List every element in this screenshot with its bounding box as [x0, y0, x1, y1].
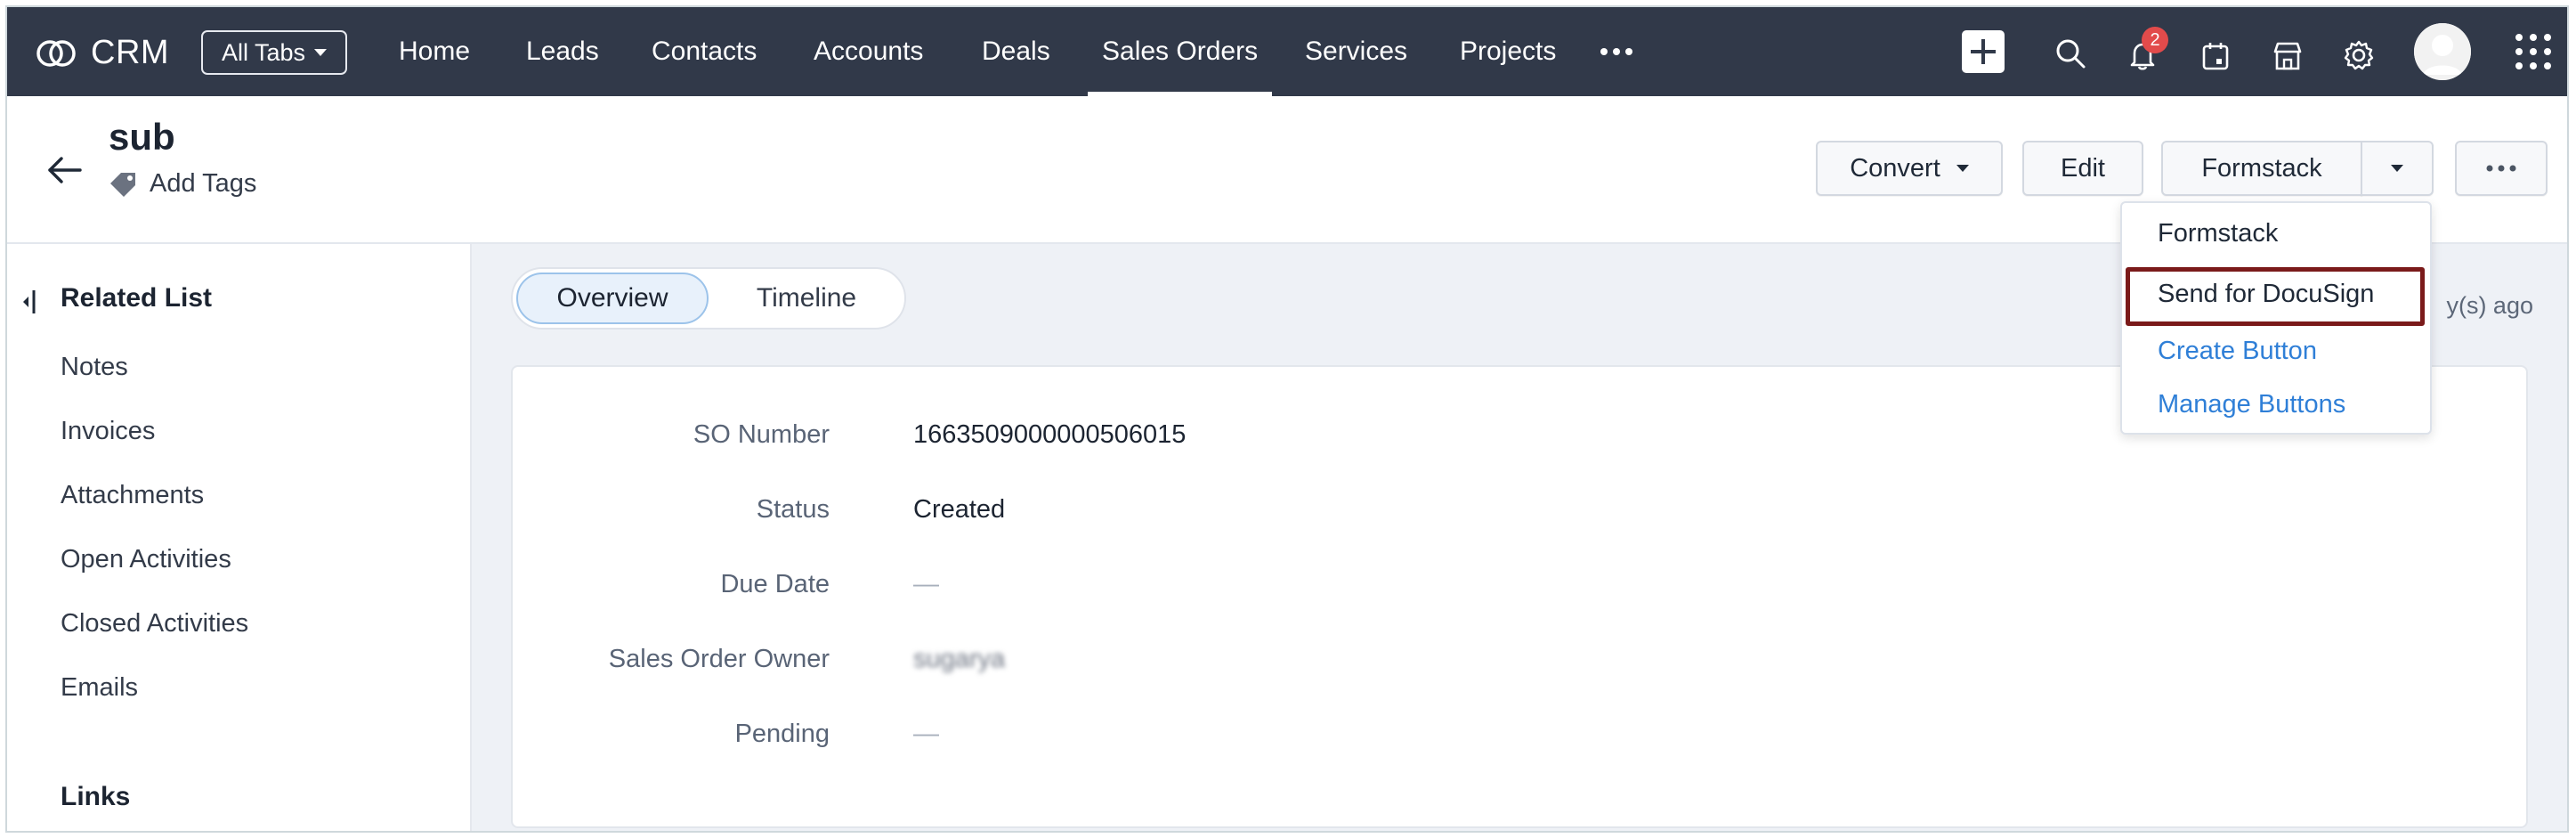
chevron-down-icon	[314, 49, 328, 56]
related-list-sidebar: Related List Notes Invoices Attachments …	[7, 244, 472, 831]
more-actions-button[interactable]	[2455, 141, 2548, 196]
field-label-status: Status	[756, 495, 830, 524]
user-avatar-icon	[2414, 23, 2471, 80]
sidebar-item-notes[interactable]: Notes	[61, 353, 128, 382]
edit-label: Edit	[2061, 153, 2105, 183]
nav-link-home[interactable]: Home	[399, 7, 470, 96]
nav-link-services[interactable]: Services	[1305, 7, 1407, 96]
back-arrow-icon[interactable]	[46, 155, 82, 185]
more-icon	[2486, 165, 2516, 172]
add-tags-label: Add Tags	[150, 169, 257, 198]
field-value-sales-order-owner: sugarya	[913, 645, 1006, 673]
menu-item-send-for-docusign[interactable]: Send for DocuSign	[2158, 280, 2374, 309]
collapse-sidebar-icon[interactable]	[21, 289, 39, 315]
menu-item-formstack[interactable]: Formstack	[2158, 219, 2278, 248]
related-list-title: Related List	[61, 283, 213, 313]
nav-link-leads[interactable]: Leads	[526, 7, 599, 96]
field-value-status: Created	[913, 495, 1006, 524]
sidebar-item-attachments[interactable]: Attachments	[61, 481, 204, 510]
top-navigation-bar: CRM All Tabs Home Leads Contacts Account…	[7, 7, 2567, 96]
add-tags-link[interactable]: Add Tags	[109, 169, 256, 199]
plus-icon[interactable]	[1962, 30, 2005, 73]
formstack-button[interactable]: Formstack	[2161, 141, 2362, 196]
formstack-dropdown-toggle[interactable]	[2361, 141, 2434, 196]
field-label-sales-order-owner: Sales Order Owner	[608, 645, 830, 673]
gear-icon[interactable]	[2343, 39, 2375, 71]
marketplace-icon[interactable]	[2272, 41, 2304, 71]
record-title: sub	[109, 116, 175, 158]
chevron-down-icon	[1956, 165, 1969, 172]
field-value-so-number: 1663509000000506015	[913, 420, 1187, 449]
sidebar-item-emails[interactable]: Emails	[61, 673, 138, 703]
app-name: CRM	[91, 34, 170, 71]
record-details-card: SO Number 1663509000000506015 Status Cre…	[511, 365, 2528, 828]
sidebar-item-open-activities[interactable]: Open Activities	[61, 545, 231, 574]
crm-logo[interactable]: CRM	[34, 34, 169, 72]
nav-link-projects[interactable]: Projects	[1460, 7, 1556, 96]
field-value-due-date: —	[913, 570, 939, 598]
nav-link-contacts[interactable]: Contacts	[652, 7, 757, 96]
convert-button[interactable]: Convert	[1816, 141, 2003, 196]
view-tabs: Overview Timeline	[511, 267, 906, 330]
apps-grid-icon[interactable]	[2515, 34, 2551, 69]
tag-icon	[110, 172, 135, 197]
formstack-label: Formstack	[2201, 153, 2322, 183]
field-label-so-number: SO Number	[693, 420, 830, 449]
field-label-pending: Pending	[734, 720, 830, 748]
formstack-dropdown-menu: Formstack Send for DocuSign Create Butto…	[2120, 201, 2432, 435]
crm-logo-icon	[36, 39, 76, 67]
last-modified-text: y(s) ago	[2446, 292, 2533, 319]
all-tabs-dropdown[interactable]: All Tabs	[201, 30, 347, 75]
nav-link-accounts[interactable]: Accounts	[814, 7, 923, 96]
links-section-title: Links	[61, 782, 131, 811]
avatar[interactable]	[2414, 23, 2471, 80]
notification-badge: 2	[2142, 27, 2168, 53]
edit-button[interactable]: Edit	[2022, 141, 2143, 196]
crm-window: CRM All Tabs Home Leads Contacts Account…	[5, 5, 2569, 833]
field-value-pending: —	[913, 720, 939, 748]
calendar-icon[interactable]	[2200, 41, 2231, 71]
nav-link-sales-orders[interactable]: Sales Orders	[1087, 7, 1273, 96]
convert-label: Convert	[1850, 153, 1940, 183]
sidebar-item-closed-activities[interactable]: Closed Activities	[61, 609, 248, 639]
more-icon[interactable]	[1600, 48, 1632, 55]
menu-item-create-button[interactable]: Create Button	[2158, 337, 2317, 366]
tab-timeline[interactable]: Timeline	[710, 273, 903, 324]
tab-overview[interactable]: Overview	[516, 273, 709, 324]
search-icon[interactable]	[2054, 37, 2086, 69]
sidebar-item-invoices[interactable]: Invoices	[61, 417, 155, 446]
field-label-due-date: Due Date	[720, 570, 830, 598]
menu-item-manage-buttons[interactable]: Manage Buttons	[2158, 390, 2345, 419]
nav-link-deals[interactable]: Deals	[982, 7, 1050, 96]
chevron-down-icon	[2391, 165, 2403, 172]
all-tabs-label: All Tabs	[221, 38, 306, 66]
